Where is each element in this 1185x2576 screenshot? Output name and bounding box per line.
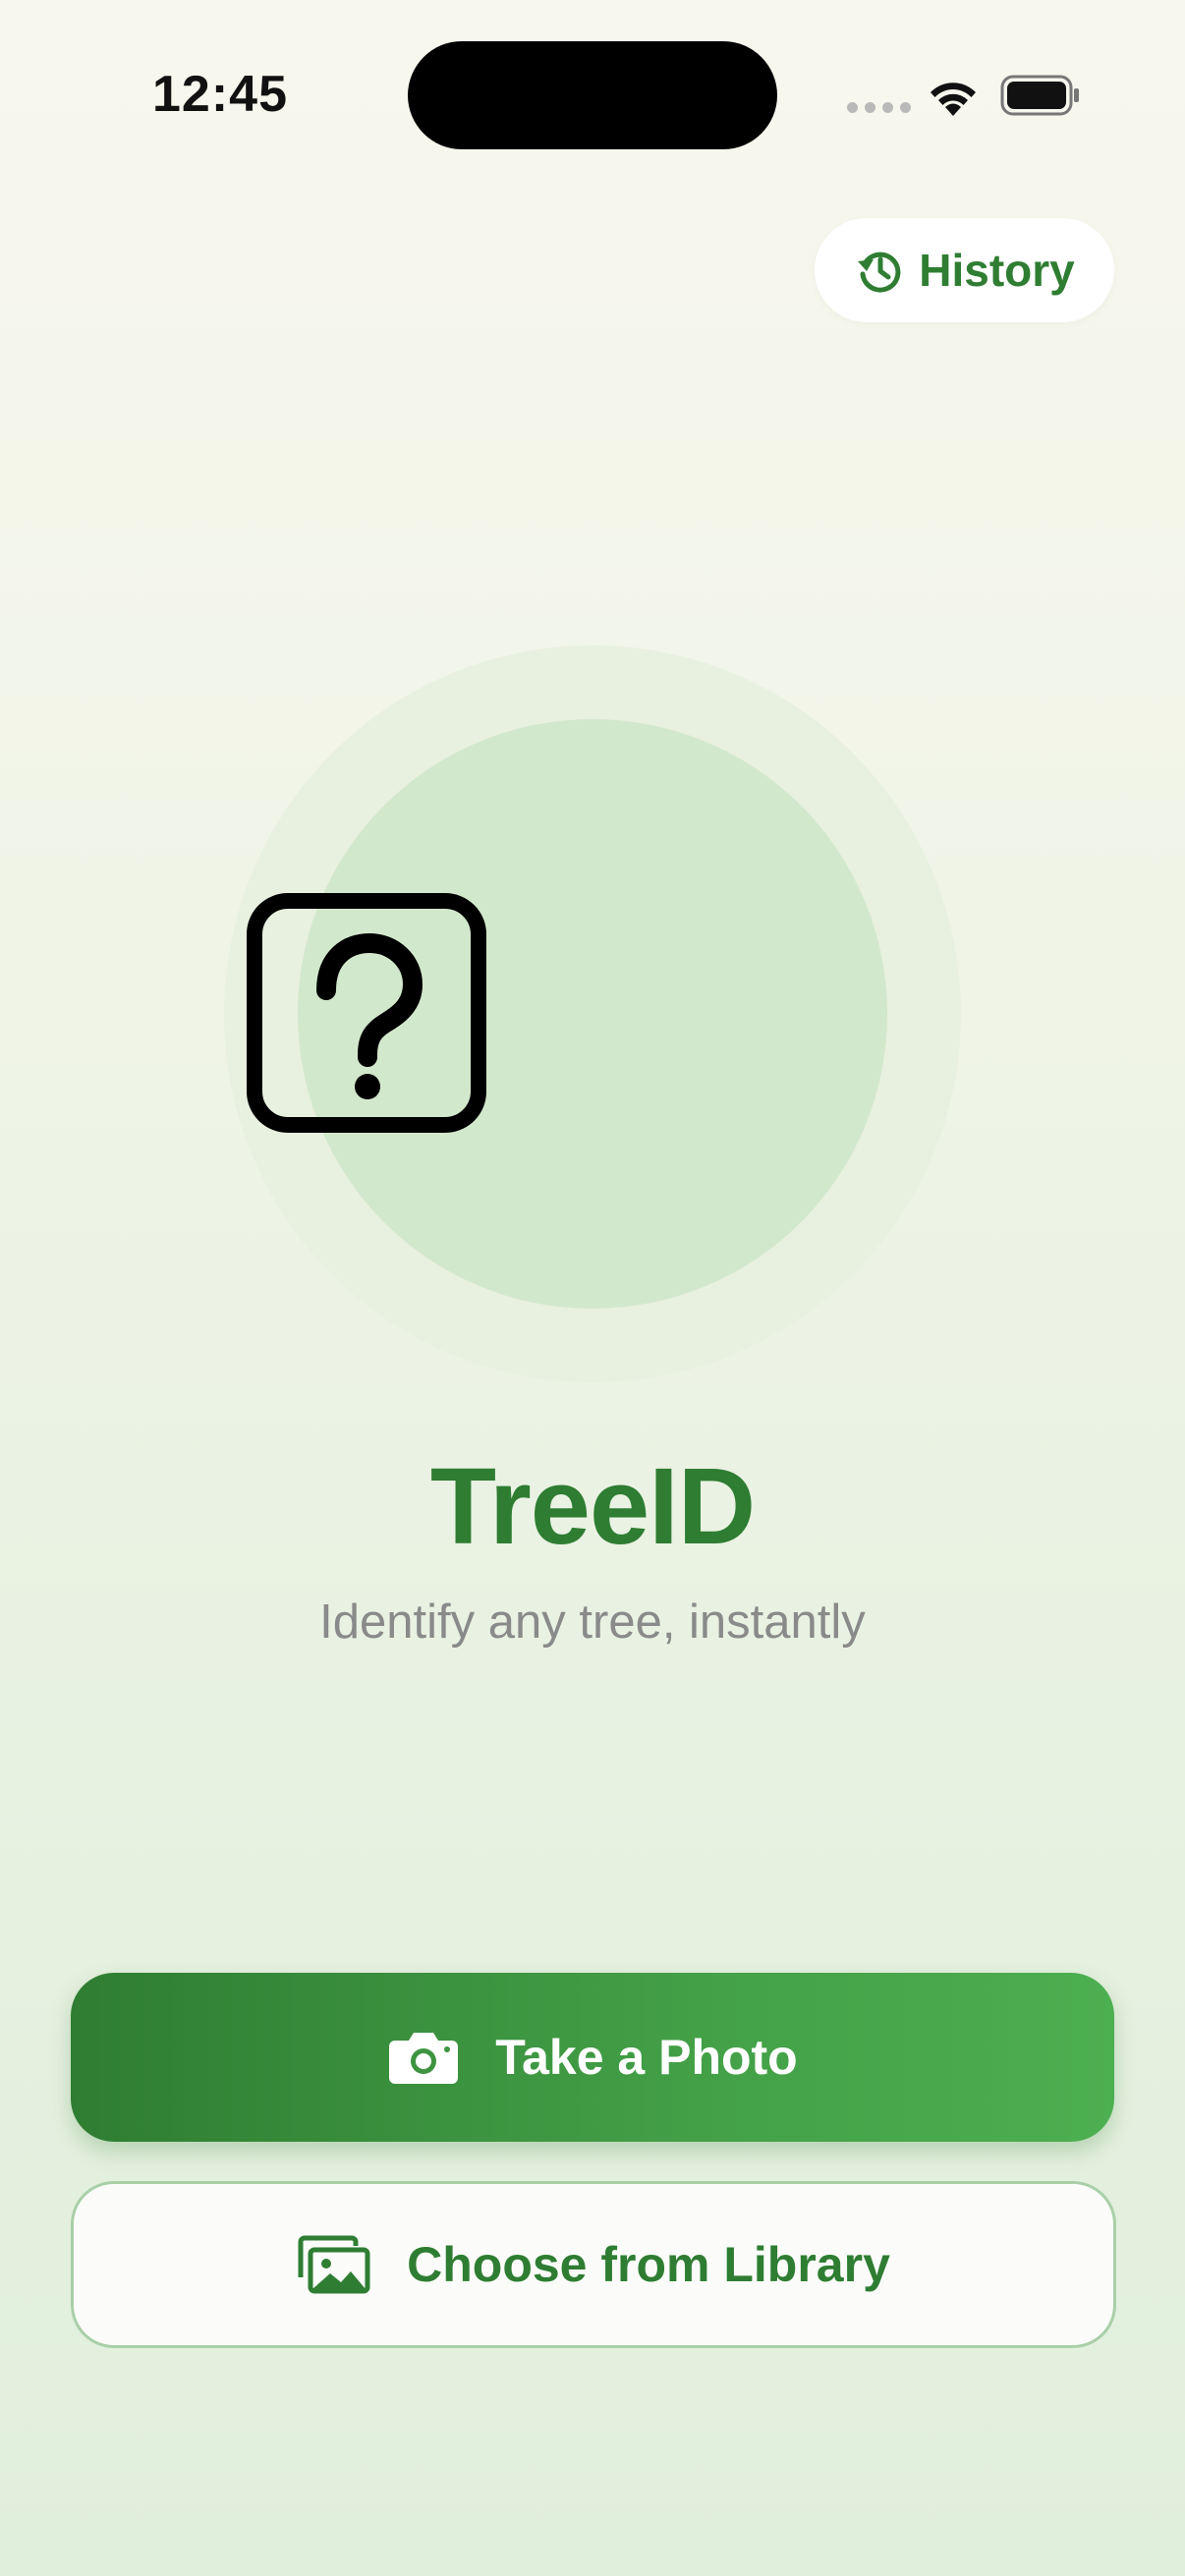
- app-title: TreeID: [429, 1446, 756, 1567]
- status-time: 12:45: [152, 66, 288, 123]
- history-button[interactable]: History: [815, 218, 1114, 322]
- history-icon: [858, 252, 901, 293]
- battery-icon: [1000, 75, 1079, 116]
- cellular-signal-icon: [847, 102, 911, 113]
- take-photo-button[interactable]: Take a Photo: [71, 1973, 1114, 2142]
- photo-library-icon: [298, 2235, 370, 2294]
- choose-library-button[interactable]: Choose from Library: [71, 2181, 1116, 2348]
- camera-icon: [389, 2033, 459, 2084]
- app-tagline: Identify any tree, instantly: [319, 1596, 866, 1649]
- choose-library-label: Choose from Library: [407, 2237, 890, 2292]
- take-photo-label: Take a Photo: [495, 2030, 798, 2085]
- wifi-icon: [931, 83, 976, 116]
- dynamic-island: [408, 41, 777, 149]
- history-label: History: [919, 245, 1075, 296]
- question-square-icon: [247, 893, 486, 1133]
- status-bar: 12:45: [0, 0, 1185, 196]
